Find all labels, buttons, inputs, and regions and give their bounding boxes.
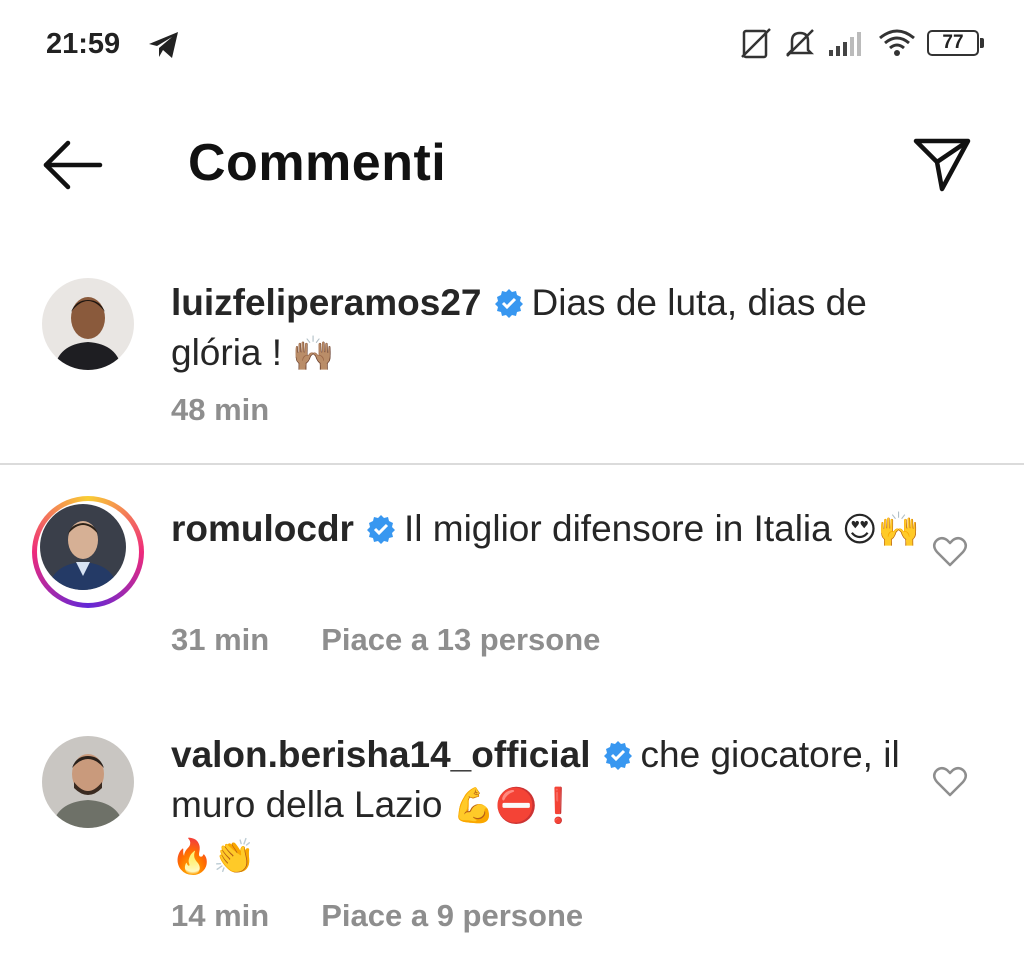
- likes-count[interactable]: Piace a 9 persone: [321, 898, 583, 934]
- status-icons: 77: [739, 26, 984, 60]
- battery-icon: 77: [927, 30, 984, 56]
- likes-count[interactable]: Piace a 13 persone: [321, 622, 600, 658]
- story-ring[interactable]: [32, 496, 144, 608]
- comment-item: valon.berisha14_official che giocatore, i…: [0, 730, 1024, 940]
- comment-time: 31 min: [171, 622, 270, 657]
- signal-icon: [829, 32, 861, 56]
- fire-emoji: 🔥👏: [171, 837, 256, 877]
- comment-text: valon.berisha14_official che giocatore, i…: [171, 730, 931, 882]
- avatar[interactable]: [42, 736, 134, 828]
- verified-badge-icon: [366, 515, 395, 544]
- comment-meta: 14 min Piace a 9 persone: [171, 898, 583, 934]
- comment-time: 14 min: [171, 898, 270, 933]
- username[interactable]: luizfeliperamos27: [171, 282, 482, 323]
- no-sim-icon: [741, 28, 771, 59]
- comment-time: 48 min: [171, 392, 270, 427]
- comment-meta: 48 min: [171, 392, 269, 428]
- verified-badge-icon: [494, 289, 523, 318]
- muscle-emoji: 💪⛔❗: [452, 786, 580, 826]
- comment-meta: 31 min Piace a 13 persone: [171, 622, 600, 658]
- comment-body: Il miglior difensore in Italia: [403, 508, 832, 549]
- divider: [0, 463, 1024, 465]
- wifi-icon: [879, 29, 915, 56]
- avatar[interactable]: [42, 278, 134, 370]
- header: Commenti: [0, 115, 1024, 215]
- username[interactable]: romulocdr: [171, 508, 354, 549]
- battery-level: 77: [927, 30, 979, 56]
- caption-comment: luizfeliperamos27 Dias de luta, dias de g…: [0, 278, 1024, 428]
- verified-badge-icon: [603, 741, 632, 770]
- comment-text: luizfeliperamos27 Dias de luta, dias de g…: [171, 278, 931, 379]
- heart-icon[interactable]: [932, 536, 968, 568]
- telegram-icon: [149, 32, 178, 58]
- heart-icon[interactable]: [932, 766, 968, 798]
- arrow-left-icon[interactable]: [40, 137, 104, 193]
- avatar[interactable]: [40, 504, 126, 590]
- mute-icon: [785, 29, 815, 57]
- page-title: Commenti: [188, 134, 447, 192]
- comment-text: romulocdr Il miglior difensore in Italia …: [171, 504, 931, 555]
- comment-item: romulocdr Il miglior difensore in Italia …: [0, 496, 1024, 666]
- status-bar: 21:59 77: [0, 0, 1024, 95]
- username[interactable]: valon.berisha14_official: [171, 734, 591, 775]
- status-time: 21:59: [46, 28, 121, 60]
- raising-hands-emoji: 🙌🏽: [292, 334, 335, 374]
- heart-eyes-emoji: 😍🙌: [842, 510, 920, 550]
- paper-plane-icon[interactable]: [912, 135, 972, 193]
